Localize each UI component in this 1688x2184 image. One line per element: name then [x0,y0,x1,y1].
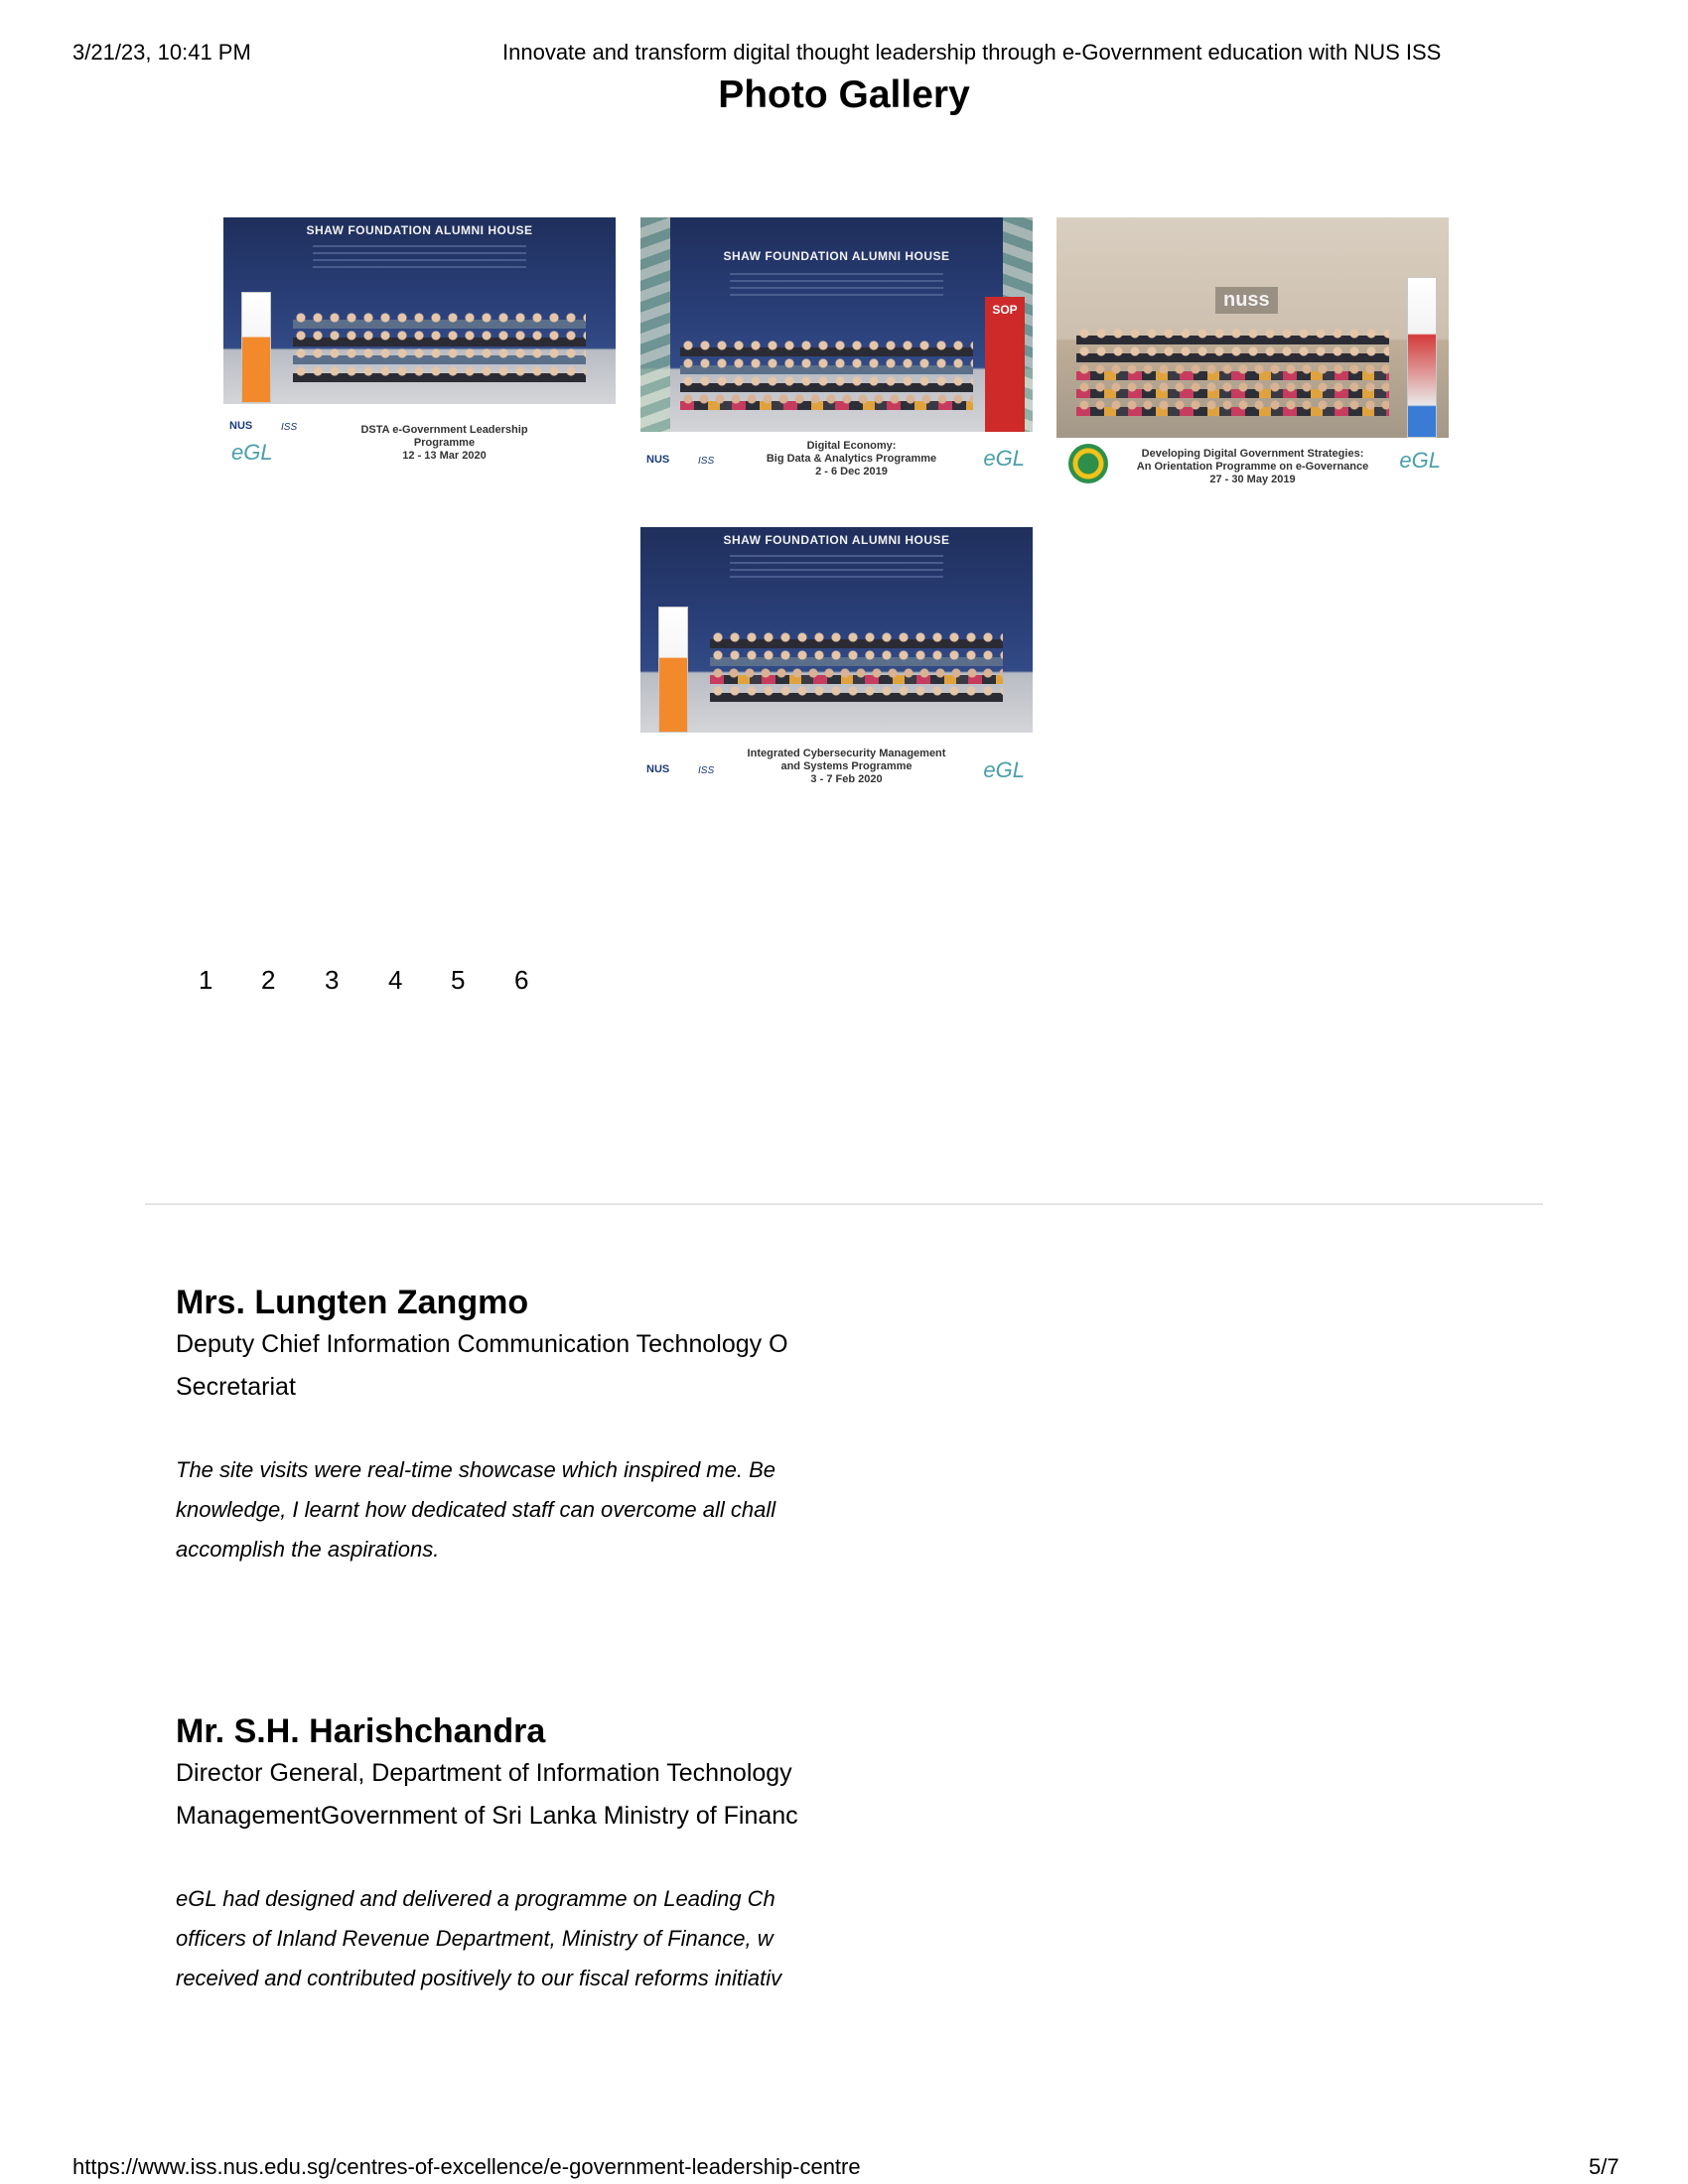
testimonial: Mr. S.H. Harishchandra Director General,… [176,1712,819,1998]
photo-banner: SOP [985,297,1025,432]
testimonial-title: Deputy Chief Information Communication T… [176,1330,788,1401]
photo-group [293,313,586,384]
iss-logo: ISS [698,765,715,776]
photo-banner [1407,277,1437,438]
page-link-6[interactable]: 6 [514,965,528,996]
egl-logo: eGL [983,446,1025,471]
photo-sign-text: SHAW FOUNDATION ALUMNI HOUSE [306,223,533,237]
testimonial: Mrs. Lungten Zangmo Deputy Chief Informa… [176,1284,819,1570]
nus-logo: NUS [229,420,253,432]
photo-sign-text: SHAW FOUNDATION ALUMNI HOUSE [723,249,950,263]
print-page-number: 5/7 [1589,2154,1619,2179]
photo-caption: DSTA e-Government Leadership Programme 1… [360,424,528,462]
page-link-5[interactable]: 5 [451,965,465,996]
photo-group [680,341,973,412]
sop-logo: SOP [992,303,1018,317]
photo-sign-text: nuss [1215,287,1278,314]
gallery-photo[interactable]: SHAW FOUNDATION ALUMNI HOUSE SOP NUS ISS… [640,217,1033,485]
gallery-photo[interactable]: nuss eGL Developing Digital Government S… [1056,217,1449,495]
page-link-4[interactable]: 4 [388,965,402,996]
photo-image: SHAW FOUNDATION ALUMNI HOUSE [640,527,1033,733]
photo-group [710,632,1003,704]
photo-image: nuss [1056,217,1449,438]
testimonial-quote: eGL had designed and delivered a program… [176,1886,782,1990]
photo-banner [658,607,688,733]
testimonial-title: Director General, Department of Informat… [176,1759,798,1830]
egl-logo: eGL [1399,448,1441,473]
print-datetime: 3/21/23, 10:41 PM [72,40,251,65]
testimonial-name: Mrs. Lungten Zangmo [176,1284,529,1321]
photo-sign-details [730,555,943,583]
nus-logo: NUS [646,454,670,466]
gallery-title: Photo Gallery [718,73,970,116]
egl-logo: eGL [231,440,273,465]
gallery-photo[interactable]: SHAW FOUNDATION ALUMNI HOUSE NUS ISS eGL… [223,217,616,485]
photo-image: SHAW FOUNDATION ALUMNI HOUSE SOP [640,217,1033,432]
testimonial-quote: The site visits were real-time showcase … [176,1457,776,1562]
photo-sign-text: SHAW FOUNDATION ALUMNI HOUSE [723,533,950,547]
iss-logo: ISS [698,456,715,467]
iss-logo: ISS [281,422,298,433]
photo-caption: Integrated Cybersecurity Management and … [747,748,946,785]
photo-group [1076,329,1389,418]
page-link-3[interactable]: 3 [325,965,339,996]
print-page-title: Innovate and transform digital thought l… [502,40,1442,65]
photo-sign-details [730,273,943,301]
egl-logo: eGL [983,757,1025,782]
photo-caption: Developing Digital Government Strategies… [1136,448,1369,485]
photo-banner [241,292,271,403]
testimonial-name: Mr. S.H. Harishchandra [176,1712,546,1750]
photo-sign-details [313,245,526,273]
page-link-2[interactable]: 2 [261,965,275,996]
programme-seal-icon [1068,444,1108,483]
gallery-photo[interactable]: SHAW FOUNDATION ALUMNI HOUSE NUS ISS eGL… [640,527,1033,797]
nus-logo: NUS [646,763,670,775]
section-divider [145,1203,1543,1205]
photo-caption: Digital Economy: Big Data & Analytics Pr… [766,440,937,478]
print-url: https://www.iss.nus.edu.sg/centres-of-ex… [72,2154,861,2179]
page-link-1[interactable]: 1 [199,965,212,996]
photo-image: SHAW FOUNDATION ALUMNI HOUSE [223,217,616,404]
